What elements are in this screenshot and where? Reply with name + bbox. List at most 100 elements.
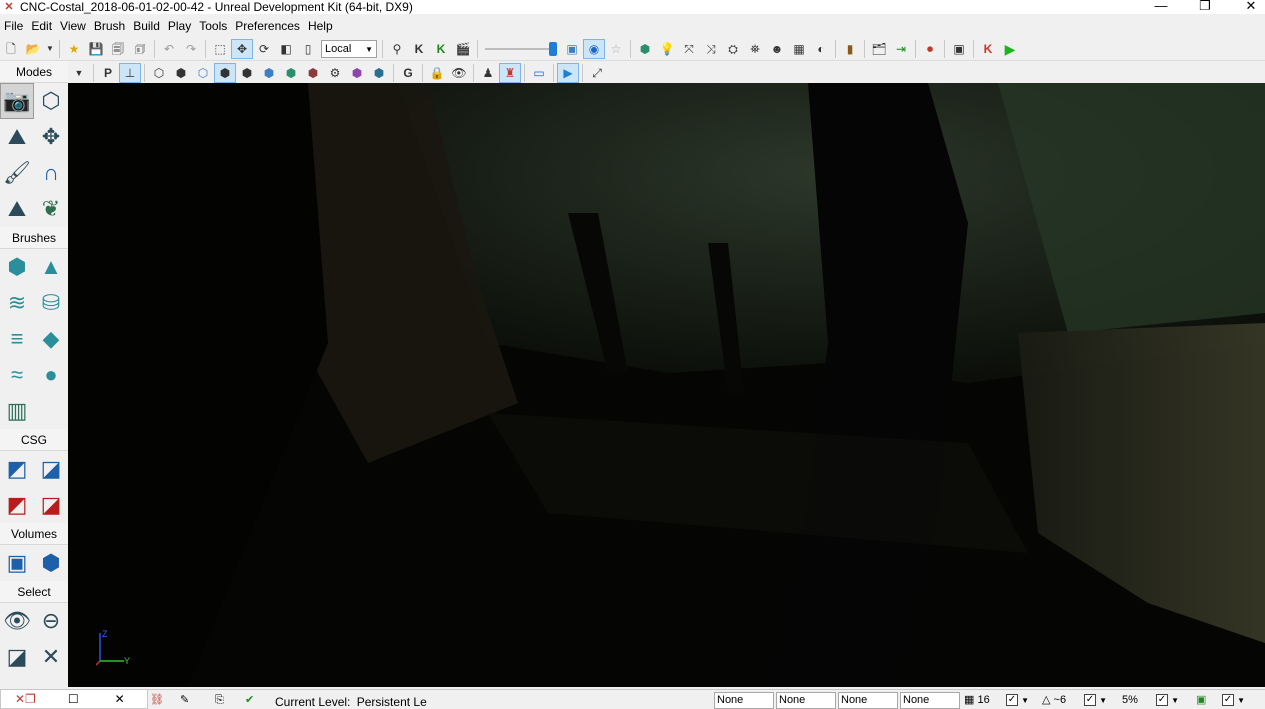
- light-complexity-icon[interactable]: ⬢: [280, 63, 302, 83]
- camera-speed-slider[interactable]: [485, 40, 557, 58]
- autosave-checkbox[interactable]: ✓ ▼: [1222, 692, 1245, 709]
- shader-complexity-icon[interactable]: ⚙: [324, 63, 346, 83]
- search-binoculars-icon[interactable]: ⚲: [386, 39, 408, 59]
- wireframe-brush-icon[interactable]: ⬡: [148, 63, 170, 83]
- select-tool-icon[interactable]: ⬚: [209, 39, 231, 59]
- perspective-viewport[interactable]: Z Y: [68, 83, 1265, 687]
- play-in-viewport-button[interactable]: ▶: [557, 62, 579, 83]
- show-selected-icon[interactable]: 👁: [0, 603, 34, 639]
- select-invert-icon[interactable]: ◪: [0, 639, 34, 675]
- status-field-4[interactable]: None: [900, 692, 960, 709]
- maximize-icon[interactable]: ❐: [1182, 0, 1228, 15]
- csg-subtract-icon[interactable]: ◪: [34, 451, 68, 487]
- lighting-buffer-icon[interactable]: ⬢: [368, 63, 390, 83]
- actor-icon[interactable]: ☻: [766, 39, 788, 59]
- kismet-red-icon[interactable]: K: [977, 39, 999, 59]
- drag-grid-icon[interactable]: ▣: [561, 39, 583, 59]
- terrain-mode-icon[interactable]: ⛰: [0, 119, 34, 155]
- foliage-mode-icon[interactable]: ❦: [34, 191, 68, 227]
- add-volume-icon[interactable]: ▣: [0, 545, 34, 581]
- curved-stair-icon[interactable]: ≋: [0, 285, 34, 321]
- build-all-icon[interactable]: ⛭: [722, 39, 744, 59]
- show-all-icon[interactable]: ✕: [34, 639, 68, 675]
- texture-density-icon[interactable]: ⬢: [302, 63, 324, 83]
- landscape-mode-icon[interactable]: ⛰: [0, 191, 34, 227]
- close-icon[interactable]: ✕: [1228, 0, 1265, 15]
- coordinate-system-select[interactable]: Local ▼: [321, 40, 377, 58]
- export-icon[interactable]: ⇥: [890, 39, 912, 59]
- brush-icon[interactable]: ✎: [180, 692, 189, 709]
- mini-restore-icon[interactable]: ☐: [68, 692, 79, 706]
- build-lighting-icon[interactable]: 💡: [656, 39, 678, 59]
- viewport-frame-icon[interactable]: ▦: [788, 39, 810, 59]
- snap-to-floor-icon[interactable]: ⊥: [119, 62, 141, 83]
- pin-icon[interactable]: ⎘: [215, 692, 224, 709]
- unlit-icon[interactable]: ⬡: [192, 63, 214, 83]
- status-field-1[interactable]: None: [714, 692, 774, 709]
- save-all-icon[interactable]: 🗐: [107, 39, 129, 59]
- menu-file[interactable]: File: [0, 17, 27, 36]
- lit-icon[interactable]: ⬢: [214, 62, 236, 83]
- rotation-snap[interactable]: △ ~6: [1042, 692, 1066, 709]
- menu-view[interactable]: View: [56, 17, 90, 36]
- play-in-viewport-icon[interactable]: ▣: [948, 39, 970, 59]
- scene-icon[interactable]: 🗂: [868, 39, 890, 59]
- open-file-icon[interactable]: 📂: [22, 39, 44, 59]
- redo-icon[interactable]: ↷: [180, 39, 202, 59]
- menu-play[interactable]: Play: [164, 17, 195, 36]
- streaming-volume-icon[interactable]: ♜: [499, 62, 521, 83]
- menu-help[interactable]: Help: [304, 17, 337, 36]
- content-browser-icon[interactable]: K: [430, 39, 452, 59]
- wireframe-icon[interactable]: ⬢: [170, 63, 192, 83]
- slider-thumb[interactable]: [549, 42, 557, 56]
- mini-close-icon[interactable]: ✕: [115, 692, 125, 706]
- cone-brush-icon[interactable]: ▲: [34, 249, 68, 285]
- bookmark-star-icon[interactable]: ☆: [605, 39, 627, 59]
- view-frame-icon[interactable]: ▭: [528, 63, 550, 83]
- current-level-value[interactable]: Persistent Le: [357, 695, 427, 709]
- lightmass-icon[interactable]: ⛯: [744, 39, 766, 59]
- mesh-paint-icon[interactable]: 🖌: [0, 155, 34, 191]
- realtime-icon[interactable]: ♟: [477, 63, 499, 83]
- csg-intersect-icon[interactable]: ◩: [0, 487, 34, 523]
- cube-brush-icon[interactable]: ⬢: [0, 249, 34, 285]
- build-geometry-icon[interactable]: ⬢: [634, 39, 656, 59]
- build-cover-icon[interactable]: ⤨: [700, 39, 722, 59]
- status-field-2[interactable]: None: [776, 692, 836, 709]
- detail-lighting-icon[interactable]: ⬢: [236, 63, 258, 83]
- menu-build[interactable]: Build: [129, 17, 164, 36]
- save-icon[interactable]: 💾: [85, 39, 107, 59]
- record-icon[interactable]: ⏺: [919, 39, 941, 59]
- lighting-icon[interactable]: ◉: [583, 39, 605, 59]
- menu-brush[interactable]: Brush: [90, 17, 129, 36]
- volumetric-brush-icon[interactable]: ▥: [0, 393, 34, 429]
- volume-shape-icon[interactable]: ⬢: [34, 545, 68, 581]
- restore-window-icon[interactable]: ✕❐: [15, 692, 36, 706]
- minimized-window-bar[interactable]: ✕❐ ☐ ✕: [0, 689, 148, 709]
- lock-icon[interactable]: 🔒: [426, 63, 448, 83]
- scale-snap[interactable]: 5%: [1122, 692, 1138, 709]
- grid-snap[interactable]: ▦ 16: [964, 692, 990, 709]
- favorite-star-icon[interactable]: ★: [63, 39, 85, 59]
- undo-icon[interactable]: ↶: [158, 39, 180, 59]
- rotation-snap-checkbox[interactable]: ✓ ▼: [1084, 692, 1107, 709]
- new-file-icon[interactable]: 🗋: [0, 39, 22, 59]
- sheet-brush-icon[interactable]: ◆: [34, 321, 68, 357]
- static-mesh-mode-icon[interactable]: ∩: [34, 155, 68, 191]
- scale-tool-icon[interactable]: ◧: [275, 39, 297, 59]
- viewport-options-dropdown-icon[interactable]: ▼: [68, 63, 90, 83]
- eye-icon[interactable]: 👁: [448, 63, 470, 83]
- perspective-toggle[interactable]: P: [97, 63, 119, 83]
- texture-align-icon[interactable]: ✥: [34, 119, 68, 155]
- grid-snap-checkbox[interactable]: ✓ ▼: [1006, 692, 1029, 709]
- linear-stair-icon[interactable]: ≡: [0, 321, 34, 357]
- rotate-tool-icon[interactable]: ⟳: [253, 39, 275, 59]
- lightmap-density-icon[interactable]: ⬢: [346, 63, 368, 83]
- csg-add-icon[interactable]: ◩: [0, 451, 34, 487]
- kismet-icon[interactable]: K: [408, 39, 430, 59]
- csg-deintersect-icon[interactable]: ◪: [34, 487, 68, 523]
- matinee-icon[interactable]: 🎬: [452, 39, 474, 59]
- save-levels-icon[interactable]: 🗊: [129, 39, 151, 59]
- check-icon[interactable]: ✔: [245, 692, 254, 709]
- camera-mode-icon[interactable]: 📷: [0, 83, 34, 119]
